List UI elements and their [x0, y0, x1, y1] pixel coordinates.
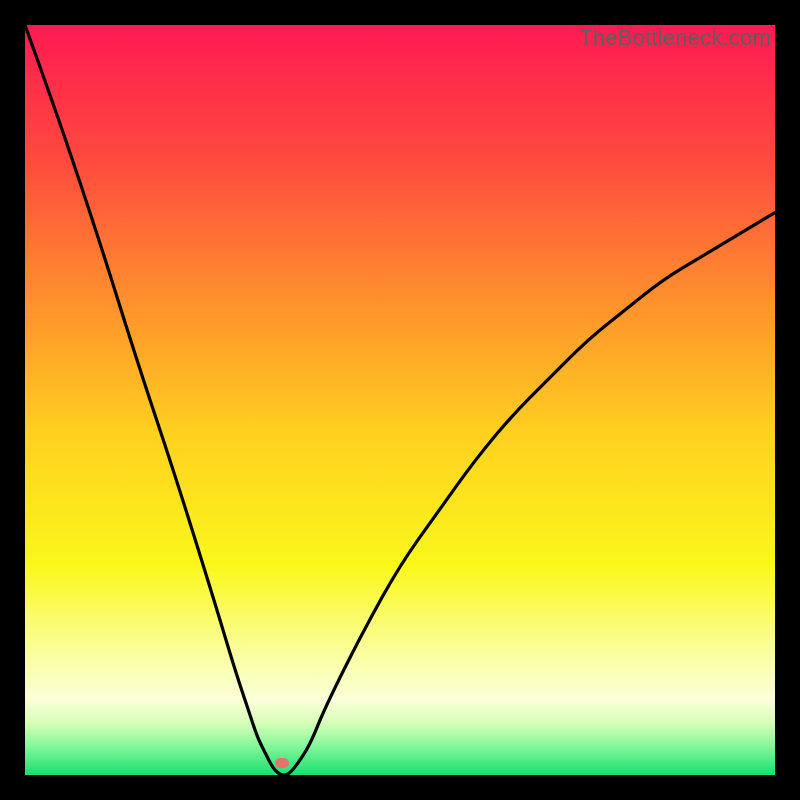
- optimum-marker: [275, 758, 289, 768]
- chart-frame: TheBottleneck.com: [25, 25, 775, 775]
- bottleneck-curve: [25, 25, 775, 775]
- watermark-text: TheBottleneck.com: [579, 25, 771, 51]
